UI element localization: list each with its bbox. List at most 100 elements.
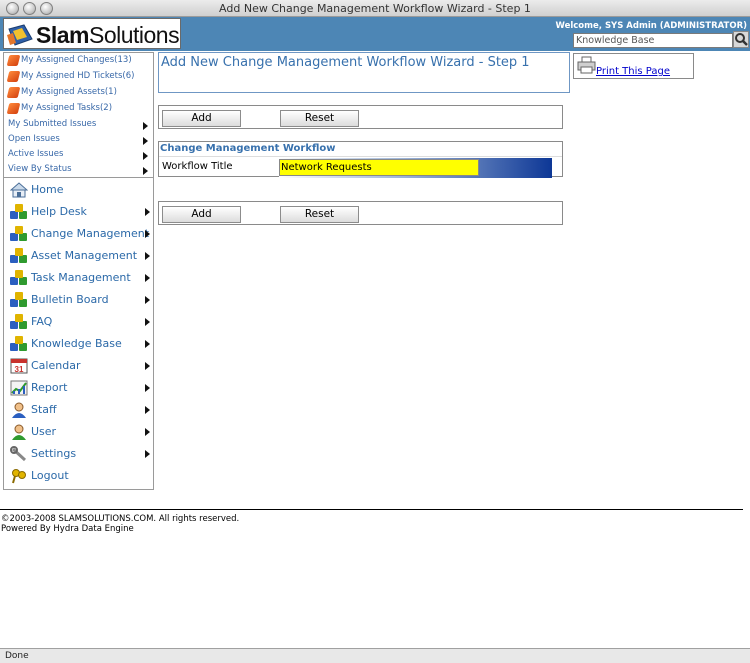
cubes-icon [10,248,28,264]
menu-label: Staff [31,403,57,416]
logo-mark-icon [7,24,33,46]
sidebar-item-change-management[interactable]: Change Management [7,224,152,244]
sidebar-item-report[interactable]: Report [7,378,152,398]
assignment-icon [6,87,21,98]
menu-label: Help Desk [31,205,87,218]
logo[interactable]: SlamSolutions [3,18,181,49]
search-button[interactable] [733,31,749,48]
issues-open[interactable]: Open Issues [8,134,151,148]
issue-label: View By Status [8,164,72,174]
left-sidebar: My Assigned Changes(13) My Assigned HD T… [3,52,154,490]
menu-label: Asset Management [31,249,138,262]
chevron-right-icon [143,167,148,175]
staff-icon [12,402,26,418]
chevron-right-icon [143,122,148,130]
app-header: SlamSolutions Welcome, SYS Admin (ADMINI… [0,17,750,51]
home-icon [10,182,28,198]
add-button-bottom[interactable]: Add [162,206,241,223]
sidebar-item-task-management[interactable]: Task Management [7,268,152,288]
reset-button-bottom[interactable]: Reset [280,206,359,223]
chevron-right-icon [145,318,150,326]
menu-label: Bulletin Board [31,293,109,306]
chevron-right-icon [145,384,150,392]
chevron-right-icon [145,274,150,282]
issues-view-by-status[interactable]: View By Status [8,164,151,178]
quick-link-label: My Assigned HD Tickets(6) [21,71,135,81]
menu-label: Home [31,183,64,196]
chevron-right-icon [145,362,150,370]
menu-label: Knowledge Base [31,337,122,350]
issues-my-submitted[interactable]: My Submitted Issues [8,119,151,133]
window-titlebar: Add New Change Management Workflow Wizar… [0,0,750,17]
chevron-right-icon [145,230,150,238]
sidebar-item-help-desk[interactable]: Help Desk [7,202,152,222]
workflow-title-label: Workflow Title [162,161,233,172]
wizard-header: Add New Change Management Workflow Wizar… [158,52,570,93]
sidebar-item-knowledge-base[interactable]: Knowledge Base [7,334,152,354]
bottom-button-panel: Add Reset [158,201,563,225]
menu-label: Settings [31,447,77,460]
reset-button-top[interactable]: Reset [280,110,359,127]
print-panel: Print This Page [573,53,694,79]
keys-icon [12,469,26,484]
assignment-icon [6,103,21,114]
calendar-icon: 31 [10,358,28,374]
sidebar-item-staff[interactable]: Staff [7,400,152,420]
add-button-top[interactable]: Add [162,110,241,127]
svg-text:31: 31 [15,365,24,374]
chevron-right-icon [145,340,150,348]
sidebar-item-home[interactable]: Home [7,180,152,200]
quick-link-label: My Assigned Assets(1) [21,87,117,97]
menu-label: FAQ [31,315,53,328]
quick-link-label: My Assigned Changes(13) [21,55,132,65]
footer-divider [0,509,743,510]
menu-label: Calendar [31,359,81,372]
workflow-title-field[interactable]: Network Requests [279,159,479,176]
menu-label: Report [31,381,68,394]
cubes-icon [10,314,28,330]
workflow-form: Change Management Workflow Workflow Titl… [158,141,563,178]
assignment-icon [6,71,21,82]
wrench-icon [10,446,27,462]
sidebar-item-calendar[interactable]: 31 Calendar [7,356,152,376]
chevron-right-icon [145,252,150,260]
cubes-icon [10,204,28,220]
chevron-right-icon [145,428,150,436]
user-icon [12,424,26,440]
copyright-text: ©2003-2008 SLAMSOLUTIONS.COM. All rights… [1,514,240,524]
search-input[interactable]: Knowledge Base [573,33,733,48]
quick-link-label: My Assigned Tasks(2) [21,103,113,113]
welcome-text: Welcome, SYS Admin (ADMINISTRATOR) [555,21,748,31]
issue-label: Active Issues [8,149,64,159]
menu-label: Logout [31,469,69,482]
chevron-right-icon [145,208,150,216]
sidebar-item-asset-management[interactable]: Asset Management [7,246,152,266]
sidebar-item-faq[interactable]: FAQ [7,312,152,332]
print-this-page-link[interactable]: Print This Page [596,66,670,77]
issue-label: Open Issues [8,134,60,144]
status-text: Done [5,651,29,661]
top-button-panel: Add Reset [158,105,563,129]
sidebar-item-settings[interactable]: Settings [7,444,152,464]
chevron-right-icon [145,406,150,414]
chevron-right-icon [145,296,150,304]
cubes-icon [10,270,28,286]
quick-links: My Assigned Changes(13) My Assigned HD T… [4,53,153,177]
issue-label: My Submitted Issues [8,119,97,129]
logo-text: SlamSolutions [36,22,180,48]
cubes-icon [10,292,28,308]
sidebar-item-user[interactable]: User [7,422,152,442]
assignment-icon [6,55,21,66]
powered-by-text: Powered By Hydra Data Engine [1,524,134,534]
chevron-right-icon [143,152,148,160]
menu-label: Task Management [31,271,131,284]
sidebar-item-bulletin-board[interactable]: Bulletin Board [7,290,152,310]
chart-icon [10,380,28,396]
printer-icon [577,56,596,74]
workflow-title-row: Workflow Title Network Requests [159,156,562,178]
cubes-icon [10,336,28,352]
search-icon [735,33,748,46]
status-bar: Done [0,648,750,663]
sidebar-item-logout[interactable]: Logout [7,466,152,486]
issues-active[interactable]: Active Issues [8,149,151,163]
